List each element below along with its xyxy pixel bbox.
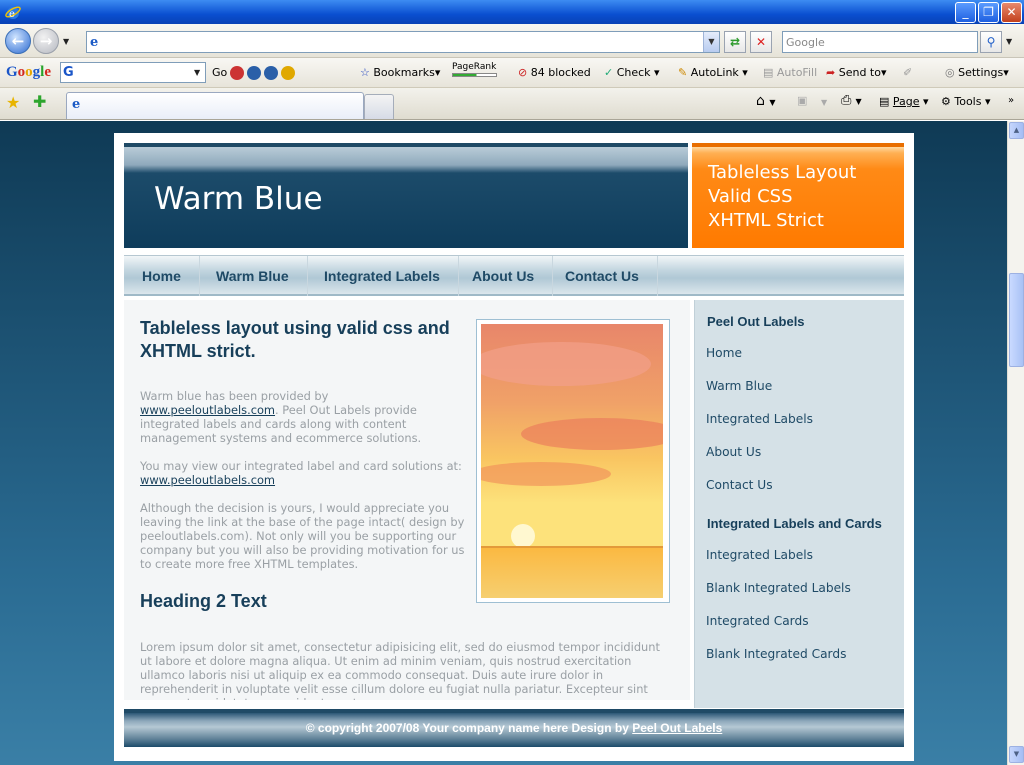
- site-footer: © copyright 2007/08 Your company name he…: [124, 709, 904, 747]
- sidebar-link-contact-us[interactable]: Contact Us: [706, 478, 773, 492]
- address-input[interactable]: e ▼: [86, 31, 720, 53]
- page-icon: e: [72, 97, 81, 112]
- home-icon[interactable]: ⌂ ▼: [756, 93, 776, 109]
- sidebar-link-blank-integrated-labels[interactable]: Blank Integrated Labels: [706, 581, 851, 595]
- sidebar-link-home[interactable]: Home: [706, 346, 742, 360]
- popup-blocker-button[interactable]: ⊘ 84 blocked: [518, 66, 591, 79]
- send-to-button[interactable]: ➦ Send to▾: [826, 66, 887, 79]
- nav-home[interactable]: Home: [124, 256, 200, 296]
- forward-button[interactable]: →: [33, 28, 59, 54]
- nav-contact-us[interactable]: Contact Us: [547, 256, 658, 296]
- close-window-button[interactable]: ✕: [1001, 2, 1022, 23]
- tab-current-page[interactable]: e: [66, 92, 364, 119]
- promo-line: Tableless Layout: [708, 162, 857, 183]
- main-content: Tableless layout using valid css and XHT…: [124, 300, 690, 700]
- address-dropdown-icon[interactable]: ▼: [703, 32, 719, 52]
- site-container: Warm Blue Tableless Layout Valid CSS XHT…: [114, 133, 914, 761]
- google-search-input[interactable]: G ▼: [60, 62, 206, 83]
- sidebar: Peel Out Labels Home Warm Blue Integrate…: [694, 300, 904, 708]
- sidebar-heading: Integrated Labels and Cards: [707, 516, 882, 531]
- back-button[interactable]: ←: [5, 28, 31, 54]
- svg-text:e: e: [9, 9, 15, 20]
- bookmarks-button[interactable]: ☆ Bookmarks▾: [360, 66, 440, 79]
- sidebar-link-integrated-labels[interactable]: Integrated Labels: [706, 548, 813, 562]
- site-header: Warm Blue: [124, 143, 688, 248]
- solutions-paragraph: You may view our integrated label and ca…: [140, 459, 462, 487]
- promo-line: Valid CSS: [708, 186, 793, 207]
- new-tab-button[interactable]: [364, 94, 394, 119]
- toolbar-icons: [230, 66, 298, 80]
- main-nav: Home Warm Blue Integrated Labels About U…: [124, 255, 904, 296]
- minimize-button[interactable]: _: [955, 2, 976, 23]
- autofill-button[interactable]: ▤ AutoFill: [763, 66, 817, 79]
- footer-designer-link[interactable]: Peel Out Labels: [632, 721, 722, 735]
- nav-integrated-labels[interactable]: Integrated Labels: [306, 256, 459, 296]
- highlight-icon[interactable]: ✐: [903, 66, 912, 79]
- promo-line: XHTML Strict: [708, 210, 824, 231]
- settings-button[interactable]: ◎ Settings▾: [945, 66, 1009, 79]
- sidebar-link-blank-integrated-cards[interactable]: Blank Integrated Cards: [706, 647, 846, 661]
- spell-check-button[interactable]: ✓ Check ▾: [604, 66, 660, 79]
- peeloutlabels-link[interactable]: www.peeloutlabels.com: [140, 473, 275, 487]
- promo-box: Tableless Layout Valid CSS XHTML Strict: [692, 143, 904, 248]
- tools-menu[interactable]: ⚙ Tools ▾: [941, 95, 991, 108]
- lorem-paragraph: Lorem ipsum dolor sit amet, consectetur …: [140, 640, 660, 700]
- feeds-dropdown-icon[interactable]: ▼: [821, 98, 827, 107]
- search-icon[interactable]: ⚲: [980, 31, 1002, 53]
- sidebar-link-warm-blue[interactable]: Warm Blue: [706, 379, 772, 393]
- search-options-icon[interactable]: ▼: [1006, 37, 1012, 46]
- scroll-up-button[interactable]: ▲: [1009, 122, 1024, 139]
- google-go-button[interactable]: Go: [212, 66, 227, 79]
- sidebar-link-integrated-labels[interactable]: Integrated Labels: [706, 412, 813, 426]
- peeloutlabels-link[interactable]: www.peeloutlabels.com: [140, 403, 275, 417]
- feeds-icon[interactable]: ▣: [797, 94, 807, 107]
- page-viewport: Warm Blue Tableless Layout Valid CSS XHT…: [0, 121, 1007, 765]
- maximize-button[interactable]: ❐: [978, 2, 999, 23]
- footer-copyright: © copyright 2007/08 Your company name he…: [305, 721, 633, 735]
- intro-paragraph: Warm blue has been provided by www.peelo…: [140, 389, 422, 445]
- sunset-image: [476, 319, 670, 603]
- internet-explorer-icon: e: [5, 6, 21, 20]
- more-commands-icon[interactable]: »: [1008, 95, 1014, 106]
- add-favorite-icon[interactable]: ✚: [33, 92, 46, 111]
- refresh-button[interactable]: ⇄: [724, 31, 746, 53]
- search-input[interactable]: Google: [782, 31, 978, 53]
- history-dropdown-icon[interactable]: ▼: [63, 37, 69, 46]
- scroll-down-button[interactable]: ▼: [1009, 746, 1024, 763]
- google-toolbar: Google G ▼ Go ☆ Bookmarks▾ PageRank ⊘ 84 …: [0, 58, 1024, 88]
- page-menu[interactable]: ▤ Page ▾: [879, 95, 929, 108]
- favorites-star-icon[interactable]: ★: [6, 93, 20, 112]
- section-heading: Heading 2 Text: [140, 591, 267, 611]
- window-title-bar: e _ ❐ ✕: [0, 0, 1024, 24]
- site-title: Warm Blue: [154, 181, 323, 217]
- page-heading: Tableless layout using valid css and XHT…: [140, 318, 450, 361]
- vertical-scrollbar[interactable]: ▲ ▼: [1007, 121, 1024, 765]
- google-logo: Google: [6, 64, 52, 80]
- stop-button[interactable]: ✕: [750, 31, 772, 53]
- address-toolbar: ← → ▼ e ▼ ⇄ ✕ Google ⚲ ▼: [0, 24, 1024, 58]
- pagerank-indicator: PageRank: [452, 62, 497, 77]
- tab-bar: ★ ✚ e ⌂ ▼ ▣ ▼ ⎙ ▼ ▤ Page ▾ ⚙ Tools ▾ »: [0, 88, 1024, 120]
- print-icon[interactable]: ⎙ ▼: [841, 93, 862, 108]
- scroll-thumb[interactable]: [1009, 273, 1024, 367]
- nav-warm-blue[interactable]: Warm Blue: [198, 256, 308, 296]
- sidebar-link-integrated-cards[interactable]: Integrated Cards: [706, 614, 809, 628]
- sidebar-heading: Peel Out Labels: [707, 314, 805, 329]
- sidebar-link-about-us[interactable]: About Us: [706, 445, 761, 459]
- page-icon: e: [90, 35, 99, 50]
- autolink-button[interactable]: ✎ AutoLink ▾: [678, 66, 748, 79]
- credit-paragraph: Although the decision is yours, I would …: [140, 501, 465, 571]
- nav-about-us[interactable]: About Us: [454, 256, 554, 296]
